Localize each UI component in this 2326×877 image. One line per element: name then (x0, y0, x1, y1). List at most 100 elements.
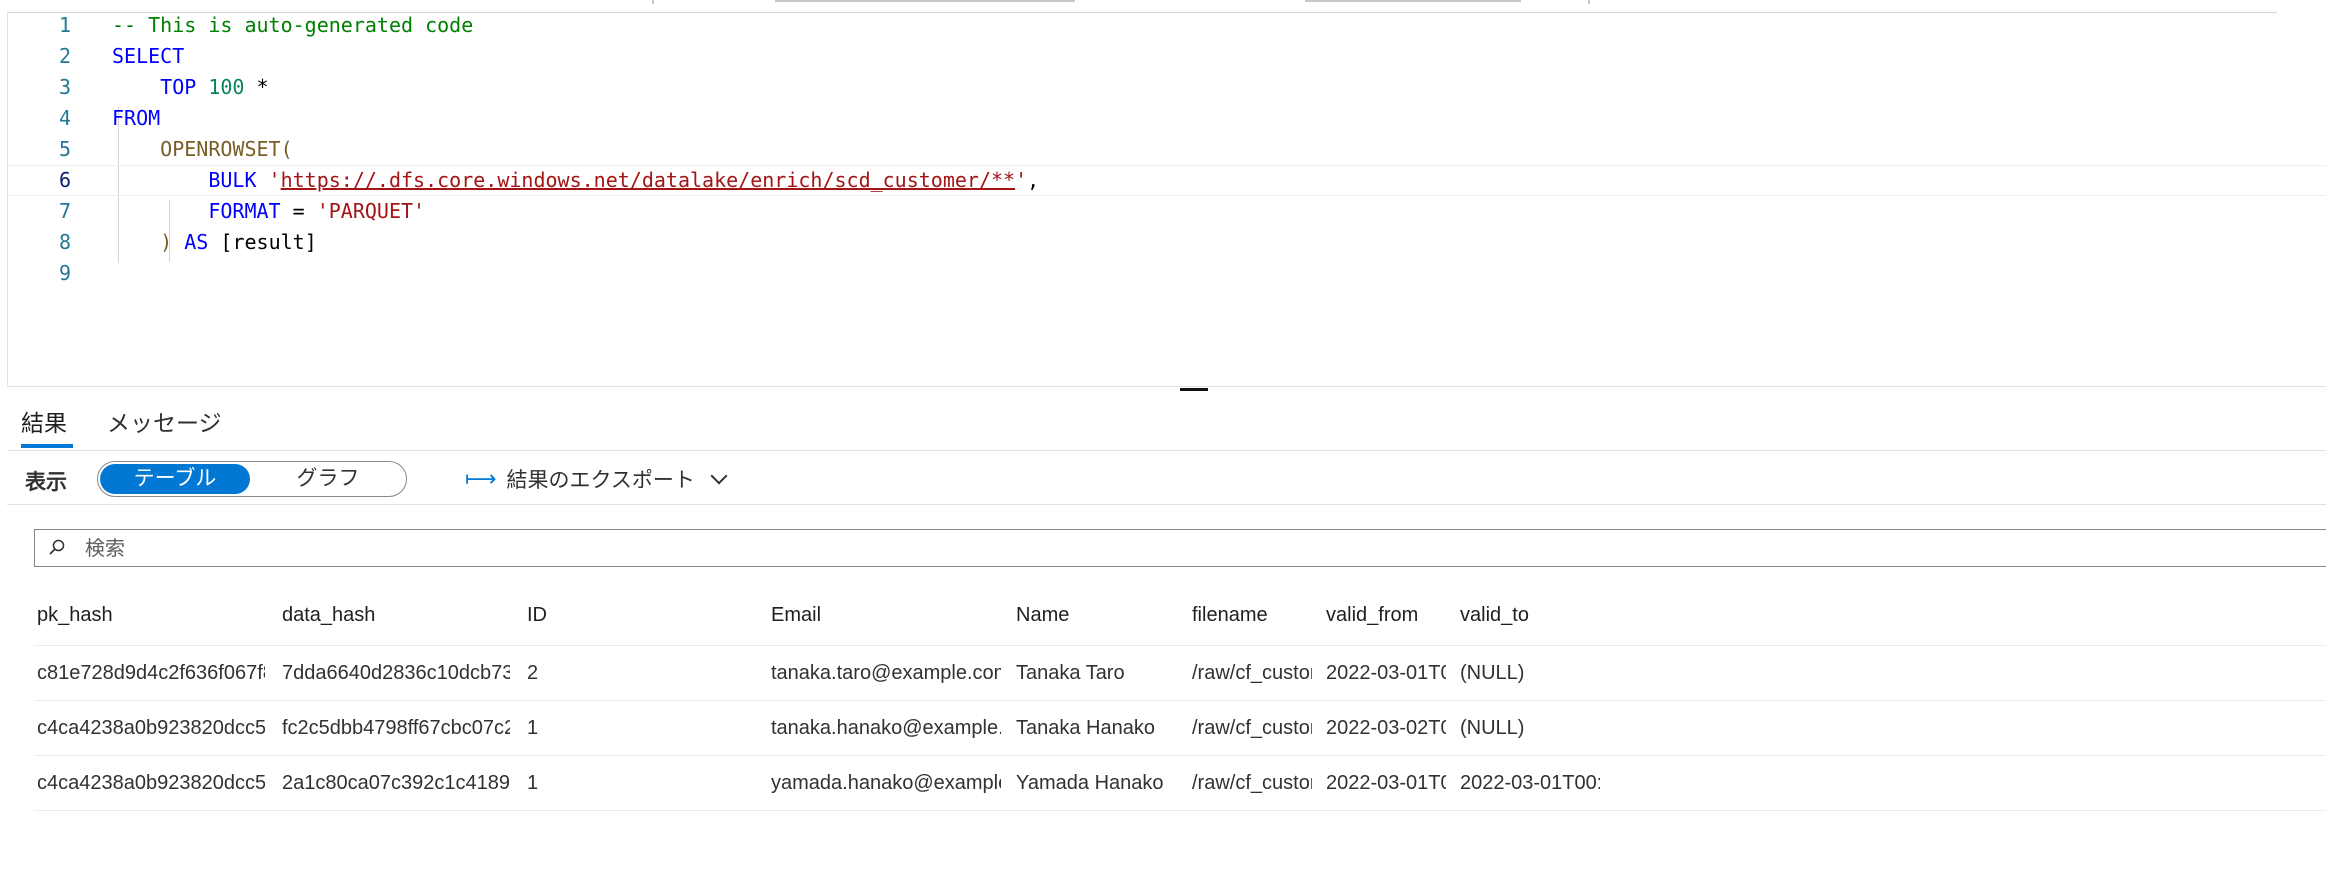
code-line[interactable]: 7 FORMAT = 'PARQUET' (8, 196, 2326, 227)
code-line[interactable]: 4 FROM (8, 103, 2326, 134)
editor-results-splitter[interactable] (7, 386, 2326, 391)
column-header-name[interactable]: Name (1016, 585, 1176, 645)
code-token: TOP (160, 75, 197, 99)
table-cell[interactable]: yamada.hanako@example.com (771, 756, 1001, 810)
code-token: ) (160, 230, 173, 254)
code-line[interactable]: 2 SELECT (8, 41, 2326, 72)
code-text: OPENROWSET( (112, 134, 293, 165)
column-header-data-hash[interactable]: data_hash (282, 585, 510, 645)
column-header-filename[interactable]: filename (1192, 585, 1312, 645)
line-number: 1 (58, 13, 71, 37)
table-cell[interactable]: tanaka.taro@example.com (771, 646, 1001, 700)
export-results-button[interactable]: ⟼ 結果のエクスポート (465, 464, 728, 494)
results-search-box[interactable] (34, 529, 2326, 567)
code-token: AS (184, 230, 209, 254)
table-row[interactable]: c4ca4238a0b923820dcc509a6f75... fc2c5dbb4… (34, 701, 2326, 756)
table-cell[interactable]: 2 (527, 646, 757, 700)
code-line[interactable]: 8 ) AS [result] (8, 227, 2326, 258)
code-token: ( (280, 137, 293, 161)
line-number: 5 (58, 137, 71, 161)
table-cell[interactable]: c81e728d9d4c2f636f067f89cc14... (37, 646, 265, 700)
code-token: 'PARQUET' (316, 199, 426, 223)
table-cell[interactable]: 2a1c80ca07c392c1c418992a70d... (282, 756, 510, 810)
column-header-id[interactable]: ID (527, 585, 757, 645)
table-cell[interactable]: 7dda6640d2836c10dcb73313525... (282, 646, 510, 700)
code-token: FROM (112, 106, 161, 130)
code-token: -- This is auto-generated code (112, 13, 474, 37)
code-line[interactable]: 1 -- This is auto-generated code (8, 10, 2326, 41)
column-header-valid-from[interactable]: valid_from (1326, 585, 1446, 645)
code-token: [result] (208, 230, 317, 254)
splitter-handle[interactable] (1180, 388, 1208, 391)
view-toggle[interactable]: テーブル グラフ (97, 461, 407, 497)
table-cell[interactable]: (NULL) (1460, 701, 1600, 755)
search-input[interactable] (83, 532, 687, 566)
table-cell[interactable]: 2022-03-01T00:... (1460, 756, 1600, 810)
results-table: pk_hash data_hash ID Email Name filename valid… (34, 585, 2326, 811)
code-token: OPENROWSET (160, 137, 281, 161)
line-number: 6 (58, 168, 71, 192)
export-results-label: 結果のエクスポート (506, 469, 695, 492)
table-row[interactable]: c81e728d9d4c2f636f067f89cc14... 7dda6640d… (34, 646, 2326, 701)
chevron-down-icon (710, 467, 728, 485)
code-token: 100 (208, 75, 245, 99)
view-chart-button[interactable]: グラフ (253, 464, 403, 494)
code-text: -- This is auto-generated code (112, 10, 473, 41)
table-cell[interactable]: Tanaka Taro (1016, 646, 1176, 700)
code-token: https://.dfs.core.windows.net/datalake/e… (280, 168, 1016, 192)
table-cell[interactable]: c4ca4238a0b923820dcc509a6f75... (37, 756, 265, 810)
table-cell[interactable]: 1 (527, 701, 757, 755)
table-cell[interactable]: 2022-03-01T00:... (1326, 756, 1446, 810)
code-text: SELECT (112, 41, 184, 72)
code-token: ' (268, 168, 281, 192)
table-cell[interactable]: Tanaka Hanako (1016, 701, 1176, 755)
column-header-email[interactable]: Email (771, 585, 1001, 645)
code-text: ) AS [result] (112, 227, 317, 258)
table-cell[interactable]: 2022-03-01T00:... (1326, 646, 1446, 700)
code-line[interactable]: 9 (8, 258, 2326, 289)
code-token: ' (1015, 168, 1028, 192)
line-number: 9 (58, 261, 71, 285)
code-token: SELECT (112, 44, 185, 68)
line-number: 3 (58, 75, 71, 99)
table-cell[interactable]: /raw/cf_custom... (1192, 701, 1312, 755)
line-number: 8 (58, 230, 71, 254)
column-header-pk-hash[interactable]: pk_hash (37, 585, 265, 645)
column-header-valid-to[interactable]: valid_to (1460, 585, 1600, 645)
table-header: pk_hash data_hash ID Email Name filename valid… (34, 585, 2326, 646)
table-cell[interactable]: /raw/cf_custom... (1192, 646, 1312, 700)
code-text: BULK 'https://.dfs.core.windows.net/data… (112, 166, 1039, 195)
table-cell[interactable]: (NULL) (1460, 646, 1600, 700)
table-row[interactable]: c4ca4238a0b923820dcc509a6f75... 2a1c80ca0… (34, 756, 2326, 811)
table-cell[interactable]: 2022-03-02T00:... (1326, 701, 1446, 755)
code-token: BULK (208, 168, 257, 192)
table-cell[interactable]: c4ca4238a0b923820dcc509a6f75... (37, 701, 265, 755)
table-cell[interactable]: 1 (527, 756, 757, 810)
tab-messages[interactable]: メッセージ (107, 404, 222, 438)
code-line[interactable]: 5 OPENROWSET( (8, 134, 2326, 165)
table-cell[interactable]: /raw/cf_custom... (1192, 756, 1312, 810)
table-cell[interactable]: Yamada Hanako (1016, 756, 1176, 810)
code-token: = (280, 199, 317, 223)
code-line[interactable]: 3 TOP 100 * (8, 72, 2326, 103)
toolbar-separator (1588, 0, 1590, 4)
table-cell[interactable]: fc2c5dbb4798ff67cbc07c28d8e0... (282, 701, 510, 755)
view-table-button[interactable]: テーブル (100, 464, 250, 494)
code-line[interactable]: 6 BULK 'https://.dfs.core.windows.net/da… (8, 165, 2326, 196)
active-tab-indicator (21, 444, 73, 448)
view-label: 表示 (25, 471, 67, 494)
code-text: TOP 100 * (112, 72, 268, 103)
tab-results[interactable]: 結果 (21, 404, 67, 438)
table-cell[interactable]: tanaka.hanako@example.com (771, 701, 1001, 755)
line-number: 4 (58, 106, 71, 130)
code-text: FORMAT = 'PARQUET' (112, 196, 425, 227)
code-text: FROM (112, 103, 160, 134)
code-token: FORMAT (208, 199, 281, 223)
sql-code-editor[interactable]: 1 -- This is auto-generated code 2 SELECT 3 … (7, 13, 2326, 386)
